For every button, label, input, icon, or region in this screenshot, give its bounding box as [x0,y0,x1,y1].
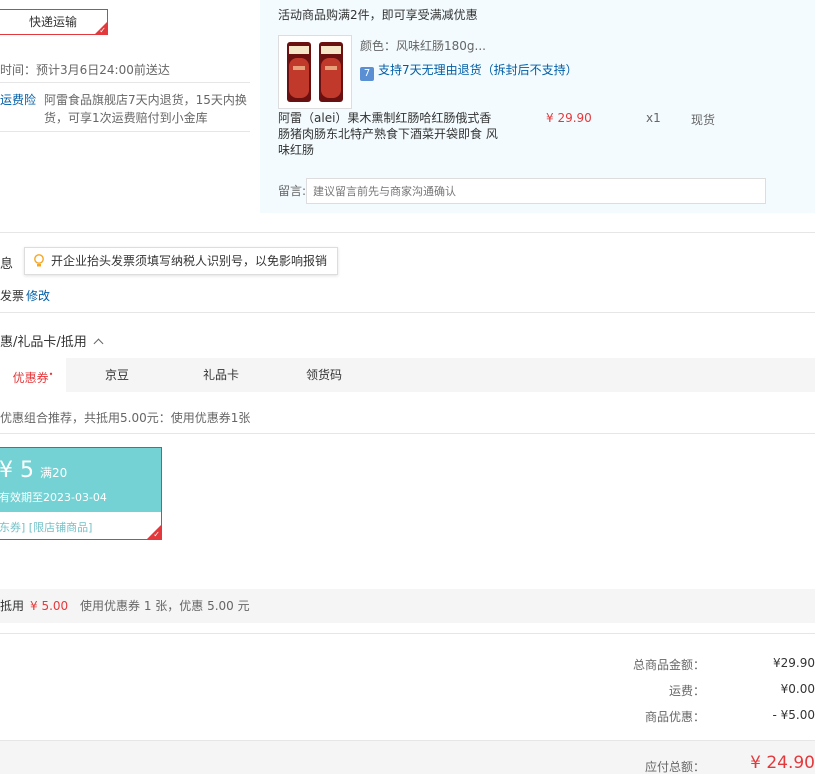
tab-coupons[interactable]: 优惠券• [0,358,66,392]
shipping-method-label: 快递运输 [28,15,77,29]
shipping-insurance-label[interactable]: 运费险 [0,91,36,108]
new-badge: • [48,370,54,379]
invoice-edit-link[interactable]: 修改 [26,287,50,304]
used-label: 抵用 [0,599,25,613]
product-quantity: x1 [646,111,661,125]
stock-status: 现货 [691,113,716,127]
shipping-insurance-text: 阿雷食品旗舰店7天内退货，15天内换货，可享1次运费赔付到小金库 [44,93,247,125]
payable-value: ¥ 24.90 [750,753,815,773]
used-amount: ¥ 5.00 [30,599,69,613]
goods-discount-label: 商品优惠： [644,710,705,724]
tab-pickup-code[interactable]: 领货码 [291,358,357,392]
recommend-text: 优惠组合推荐，共抵用5.00元：使用优惠券1张 [0,411,251,425]
payable-label: 应付总额： [644,760,705,774]
invoice-tip-text: 开企业抬头发票须填写纳税人识别号，以免影响报销 [51,254,328,268]
goods-panel: 活动商品购满2件，即可享受满减优惠 颜色：风味红肠180g... 7 支持7天无理… [260,0,815,213]
product-spec: 颜色：风味红肠180g... [360,39,486,53]
coupon-value: ¥ 5 [0,458,34,483]
shipping-fee-label: 运费： [668,684,705,698]
tab-jingdou[interactable]: 京豆 [84,358,150,392]
tab-gift-card[interactable]: 礼品卡 [188,358,254,392]
invoice-section-title: 息 [0,257,14,272]
divider [0,633,815,634]
coupon-card[interactable]: ¥ 5 满20 有效期至2023-03-04 东券] [限店铺商品] ✓ [0,447,162,540]
check-icon: ✓ [153,530,160,539]
discount-tabs: 优惠券• 京豆 礼品卡 领货码 [0,358,815,392]
shipping-method-express[interactable]: 快递运输 ✓ [0,9,108,35]
invoice-type: 发票 [0,289,25,303]
promo-note: 活动商品购满2件，即可享受满减优惠 [278,8,478,22]
goods-discount-value: - ¥5.00 [772,708,815,722]
used-description: 使用优惠券 1 张，优惠 5.00 元 [80,599,250,613]
check-icon: ✓ [99,26,106,35]
coupon-amount: ¥ 5 满20 [0,458,67,483]
invoice-tip: 开企业抬头发票须填写纳税人识别号，以免影响报销 [24,247,339,275]
goods-total-value: ¥29.90 [773,656,815,670]
discount-section-toggle[interactable]: 惠/礼品卡/抵用 [0,331,104,350]
goods-total-label: 总商品金额： [632,658,705,672]
coupon-condition: 满20 [40,466,68,480]
payable-bar: 应付总额： ¥ 24.90 [0,740,815,774]
delivery-time: 时间：预计3月6日24:00前送达 [0,63,170,77]
return-policy-text: 支持7天无理由退货（拆封后不支持） [378,63,578,77]
discount-used-bar: 抵用 ¥ 5.00 使用优惠券 1 张，优惠 5.00 元 [0,589,815,623]
divider [0,312,815,313]
divider [0,232,815,233]
tab-label: 优惠券 [12,371,49,385]
message-input[interactable] [306,178,766,204]
product-name[interactable]: 阿雷（alei）果木熏制红肠哈红肠俄式香肠猪肉肠东北特产熟食下酒菜开袋即食 风味… [278,110,498,158]
message-label: 留言: [278,184,307,198]
discount-section-title: 惠/礼品卡/抵用 [0,335,87,350]
chevron-up-icon [93,338,104,349]
shipping-fee-value: ¥0.00 [780,682,815,696]
divider [0,131,250,132]
coupon-header: ¥ 5 满20 有效期至2023-03-04 [0,448,161,512]
product-price: ¥ 29.90 [546,111,592,125]
coupon-tags: 东券] [限店铺商品] [0,521,93,534]
coupon-validity: 有效期至2023-03-04 [0,491,107,504]
divider [0,433,815,434]
seven-days-icon: 7 [360,67,374,81]
product-image[interactable] [278,35,352,109]
lightbulb-icon [34,254,44,267]
return-policy[interactable]: 7 支持7天无理由退货（拆封后不支持） [360,61,578,81]
divider [0,82,250,83]
